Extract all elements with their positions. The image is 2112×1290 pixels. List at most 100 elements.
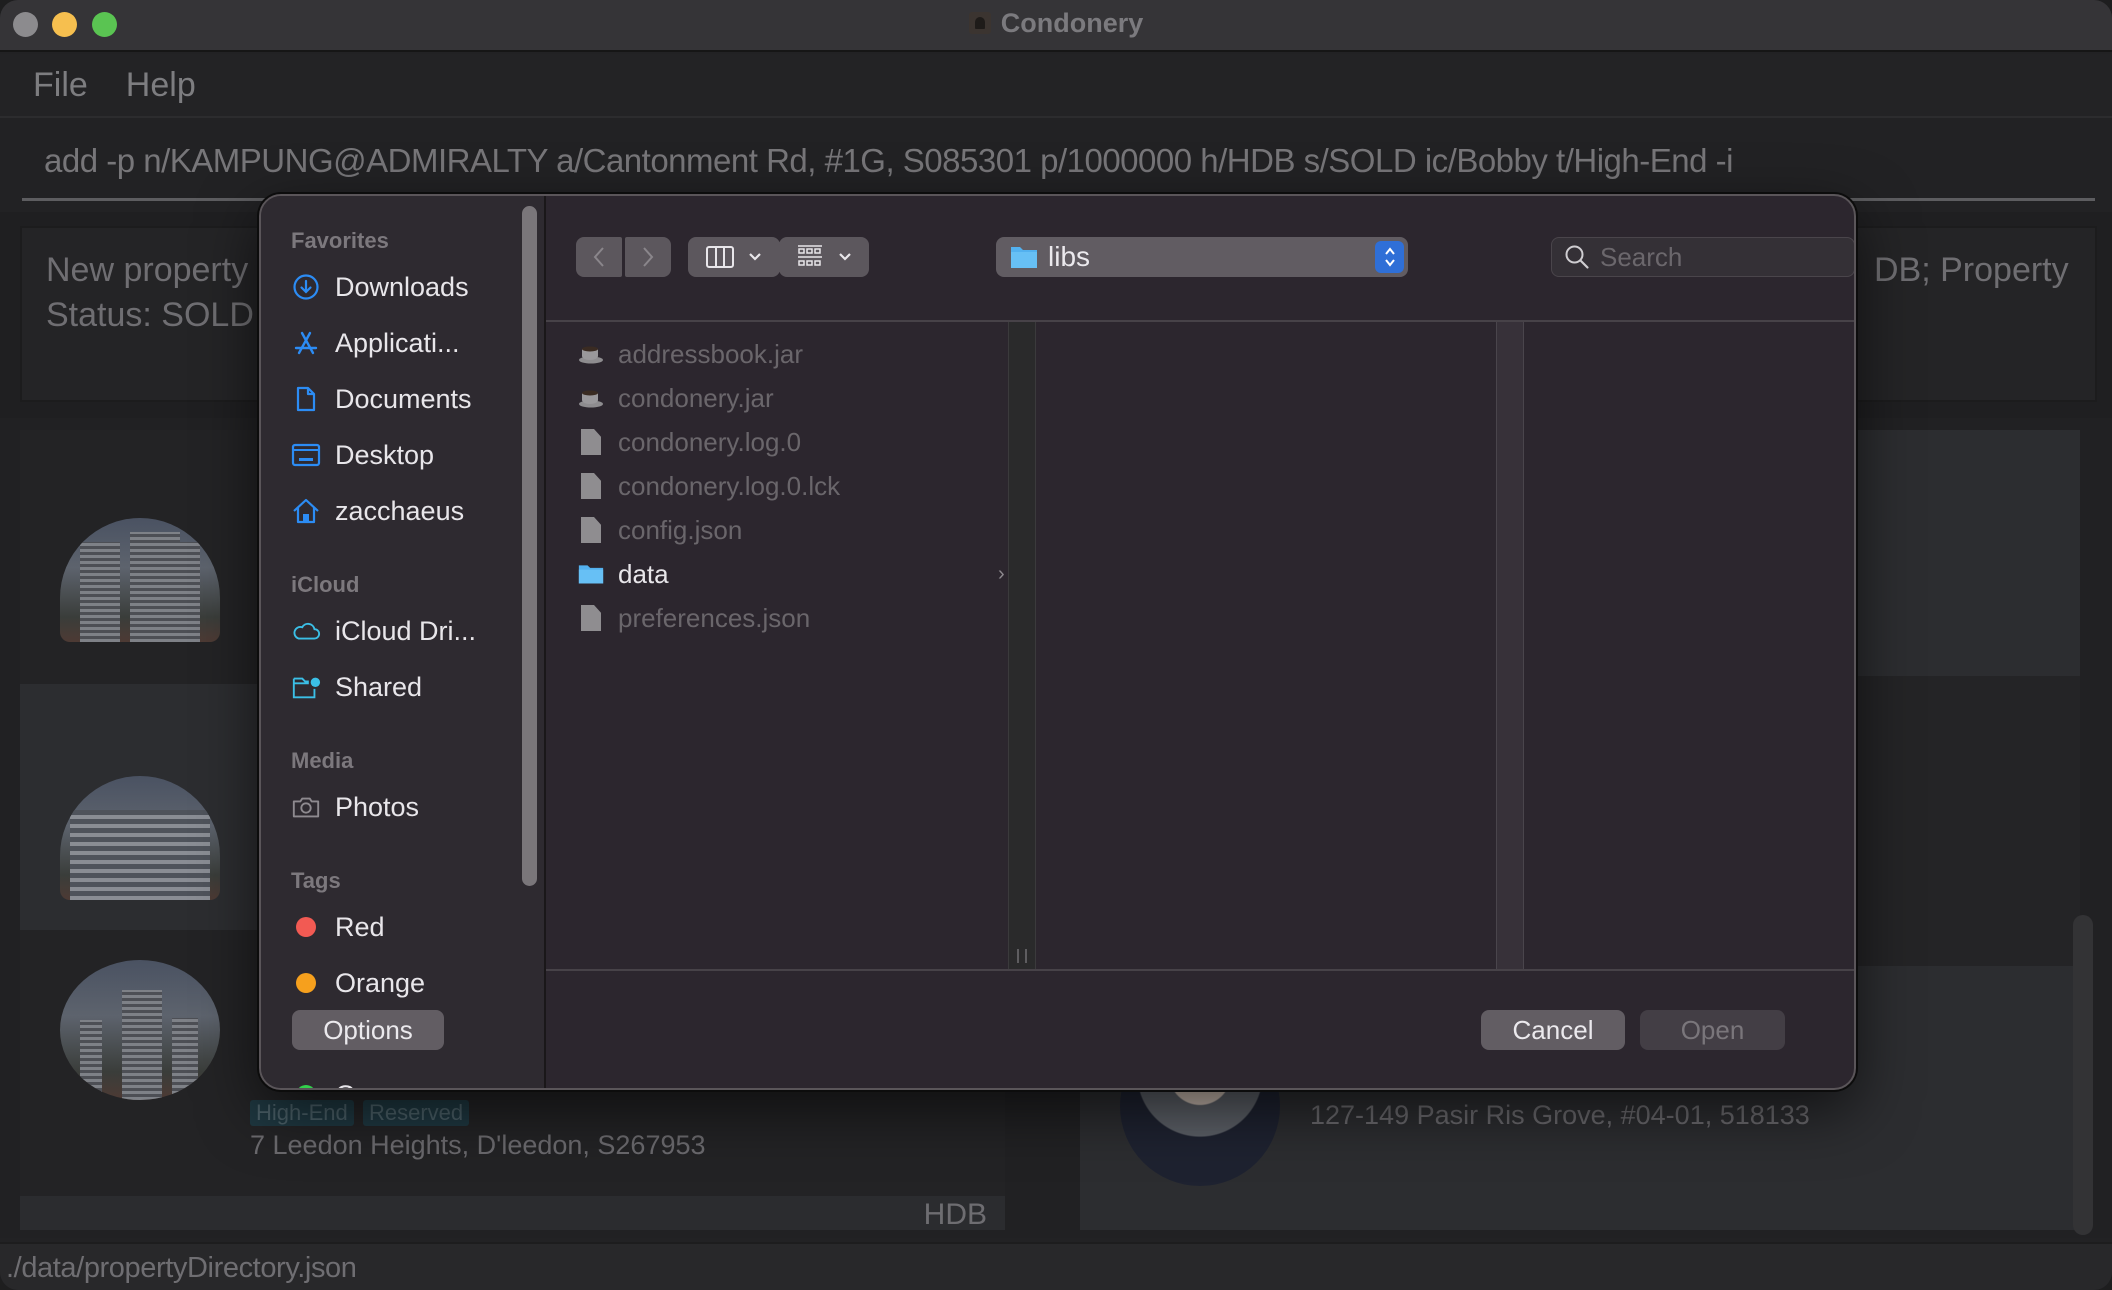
document-icon [578, 428, 604, 456]
property-tag: Reserved [363, 1100, 470, 1126]
desktop-icon [291, 440, 321, 470]
document-icon [578, 516, 604, 544]
location-popup[interactable]: libs [996, 237, 1408, 277]
red-tag-dot-icon [296, 917, 316, 937]
chevron-down-icon [839, 253, 851, 261]
folder-item-data[interactable]: data › [578, 556, 1005, 592]
window-title: Condonery [0, 0, 2112, 46]
sidebar-item-icloud-drive[interactable]: iCloud Dri... [291, 611, 516, 651]
property-address: 7 Leedon Heights, D'leedon, S267953 [250, 1130, 706, 1160]
file-name: data [618, 558, 669, 589]
app-window: Condonery File Help add -p n/KAMPUNG@ADM… [0, 0, 2112, 1290]
file-name: condonery.log.0.lck [618, 470, 841, 501]
dialog-sidebar: Favorites Downloads Applicati... Documen… [261, 196, 546, 1088]
shared-folder-icon [291, 672, 321, 702]
sidebar-item-label: iCloud Dri... [335, 615, 477, 646]
sidebar-item-desktop[interactable]: Desktop [291, 435, 516, 475]
browser-divider-top [546, 320, 1854, 322]
sidebar-item-documents[interactable]: Documents [291, 379, 516, 419]
result-line2-left: Status: SOLD; [46, 296, 264, 334]
title-bar: Condonery [0, 0, 2112, 52]
open-button[interactable]: Open [1640, 1010, 1785, 1050]
menu-file[interactable]: File [33, 66, 88, 105]
file-item[interactable]: condonery.log.0.lck [578, 468, 978, 504]
property-image [60, 518, 220, 642]
command-input[interactable]: add -p n/KAMPUNG@ADMIRALTY a/Cantonment … [44, 142, 1733, 180]
back-chevron-icon [593, 247, 604, 267]
camera-icon [291, 792, 321, 822]
sidebar-tag-green[interactable]: Green [291, 1075, 516, 1089]
grid-group-icon [798, 245, 822, 266]
sidebar-item-label: Shared [335, 671, 423, 702]
file-item[interactable]: condonery.log.0 [578, 424, 978, 460]
property-tag: High-End [250, 1100, 354, 1126]
property-image [60, 776, 220, 900]
forward-chevron-icon [643, 247, 654, 267]
dialog-main: libs addressbook.jar [546, 196, 1854, 1088]
location-label: libs [1048, 241, 1091, 272]
menu-help[interactable]: Help [126, 66, 196, 105]
column-resize-handle[interactable] [1008, 322, 1036, 969]
sidebar-item-label: Green [335, 1080, 410, 1089]
java-jar-icon [578, 340, 604, 368]
document-icon [578, 604, 604, 632]
client-list-scrollbar[interactable] [2073, 915, 2093, 1235]
view-mode-button[interactable] [688, 237, 780, 277]
chevron-down-icon [749, 253, 761, 261]
column-resize-handle[interactable] [1496, 322, 1524, 969]
sidebar-heading-favorites: Favorites [291, 228, 389, 253]
search-icon [1565, 245, 1589, 269]
chevron-right-icon: › [998, 562, 1005, 585]
file-name: preferences.json [618, 602, 811, 633]
group-mode-button[interactable] [779, 237, 869, 277]
client-address: 127-149 Pasir Ris Grove, #04-01, 518133 [1310, 1100, 1810, 1130]
sidebar-item-shared[interactable]: Shared [291, 667, 516, 707]
open-file-dialog: Favorites Downloads Applicati... Documen… [259, 194, 1856, 1090]
property-type: HDB [923, 1198, 987, 1231]
folder-icon [1011, 247, 1037, 268]
sidebar-item-label: zacchaeus [335, 495, 465, 526]
cancel-button[interactable]: Cancel [1481, 1010, 1625, 1050]
sidebar-item-photos[interactable]: Photos [291, 787, 516, 827]
file-name: condonery.log.0 [618, 426, 802, 457]
file-item[interactable]: preferences.json [578, 600, 978, 636]
up-down-chevron-icon [1375, 241, 1404, 273]
sidebar-item-label: Documents [335, 383, 472, 414]
sidebar-heading-media: Media [291, 748, 354, 773]
result-line1-left: New property a [46, 251, 277, 289]
green-tag-dot-icon [296, 1085, 316, 1088]
sidebar-item-home[interactable]: zacchaeus [291, 491, 516, 531]
sidebar-item-label: Photos [335, 791, 420, 822]
sidebar-item-applications[interactable]: Applicati... [291, 323, 516, 363]
command-box[interactable]: add -p n/KAMPUNG@ADMIRALTY a/Cantonment … [0, 120, 2112, 204]
sidebar-tag-orange[interactable]: Orange [291, 963, 516, 1003]
forward-button[interactable] [625, 237, 671, 277]
file-name: addressbook.jar [618, 338, 803, 369]
storage-path: ./data/propertyDirectory.json [6, 1252, 357, 1284]
file-item[interactable]: condonery.jar [578, 380, 978, 416]
sidebar-item-downloads[interactable]: Downloads [291, 267, 516, 307]
folder-icon [578, 560, 604, 588]
column-view-icon [706, 246, 734, 268]
file-item[interactable]: addressbook.jar [578, 336, 978, 372]
back-button[interactable] [576, 237, 622, 277]
sidebar-item-label: Desktop [335, 439, 435, 470]
property-type-bar: HDB [20, 1196, 1005, 1231]
sidebar-item-label: Red [335, 911, 385, 942]
file-name: config.json [618, 514, 743, 545]
sidebar-heading-icloud: iCloud [291, 572, 360, 597]
app-icon [968, 12, 991, 34]
sidebar-heading-tags: Tags [291, 868, 341, 893]
document-icon [578, 472, 604, 500]
options-button[interactable]: Options [292, 1010, 444, 1050]
resize-grip-icon [1017, 949, 1027, 963]
sidebar-item-label: Applicati... [335, 327, 460, 358]
search-input[interactable] [1600, 241, 1840, 273]
applications-icon [291, 328, 321, 358]
file-item[interactable]: config.json [578, 512, 978, 548]
sidebar-scrollbar[interactable] [522, 206, 537, 886]
sidebar-tag-red[interactable]: Red [291, 907, 516, 947]
search-field[interactable] [1551, 237, 1854, 277]
window-title-text: Condonery [1000, 7, 1144, 38]
sidebar-item-label: Orange [335, 967, 426, 998]
